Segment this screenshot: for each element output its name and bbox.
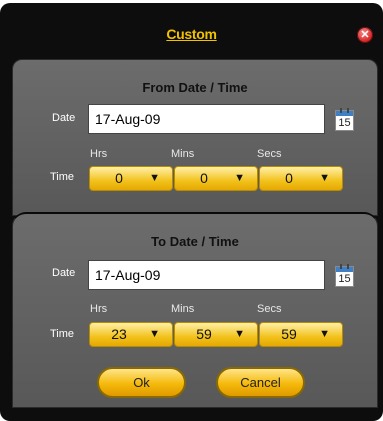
calendar-day: 15 [338, 117, 351, 129]
chevron-down-icon: ▼ [149, 328, 160, 340]
from-mins-value: 0 [200, 170, 208, 186]
from-secs-value: 0 [285, 170, 293, 186]
from-hrs-label: Hrs [90, 148, 108, 160]
close-icon[interactable]: ✕ [357, 27, 373, 43]
to-mins-label: Mins [171, 303, 195, 315]
calendar-day: 15 [338, 273, 351, 285]
to-hrs-select[interactable]: 23 ▼ [89, 322, 173, 347]
chevron-down-icon: ▼ [234, 172, 245, 184]
to-hrs-label: Hrs [90, 303, 108, 315]
calendar-icon[interactable]: 15 [335, 108, 354, 131]
to-heading: To Date / Time [151, 234, 239, 249]
to-mins-select[interactable]: 59 ▼ [174, 322, 258, 347]
calendar-icon[interactable]: 15 [335, 264, 354, 287]
to-secs-select[interactable]: 59 ▼ [259, 322, 343, 347]
from-mins-select[interactable]: 0 ▼ [174, 166, 258, 191]
to-date-label: Date [52, 267, 76, 279]
from-hrs-select[interactable]: 0 ▼ [89, 166, 173, 191]
chevron-down-icon: ▼ [319, 328, 330, 340]
from-hrs-value: 0 [115, 170, 123, 186]
cancel-button[interactable]: Cancel [216, 367, 305, 398]
to-secs-label: Secs [257, 303, 282, 315]
from-secs-label: Secs [257, 148, 282, 160]
from-secs-select[interactable]: 0 ▼ [259, 166, 343, 191]
to-hrs-value: 23 [111, 326, 127, 342]
to-date-input[interactable]: 17-Aug-09 [88, 260, 325, 290]
from-date-input[interactable]: 17-Aug-09 [88, 104, 325, 134]
custom-date-dialog: Custom ✕ From Date / Time Date 17-Aug-09… [0, 3, 383, 421]
dialog-title: Custom [166, 26, 217, 42]
chevron-down-icon: ▼ [149, 172, 160, 184]
from-panel: From Date / Time Date 17-Aug-09 15 Hrs M… [12, 59, 378, 216]
to-secs-value: 59 [281, 326, 297, 342]
to-panel: To Date / Time Date 17-Aug-09 15 Hrs Min… [12, 212, 378, 408]
from-heading: From Date / Time [142, 80, 248, 95]
from-date-label: Date [52, 112, 76, 124]
ok-button[interactable]: Ok [97, 367, 186, 398]
from-time-label: Time [50, 171, 75, 183]
chevron-down-icon: ▼ [319, 172, 330, 184]
to-time-label: Time [50, 328, 75, 340]
to-mins-value: 59 [196, 326, 212, 342]
from-mins-label: Mins [171, 148, 195, 160]
chevron-down-icon: ▼ [234, 328, 245, 340]
